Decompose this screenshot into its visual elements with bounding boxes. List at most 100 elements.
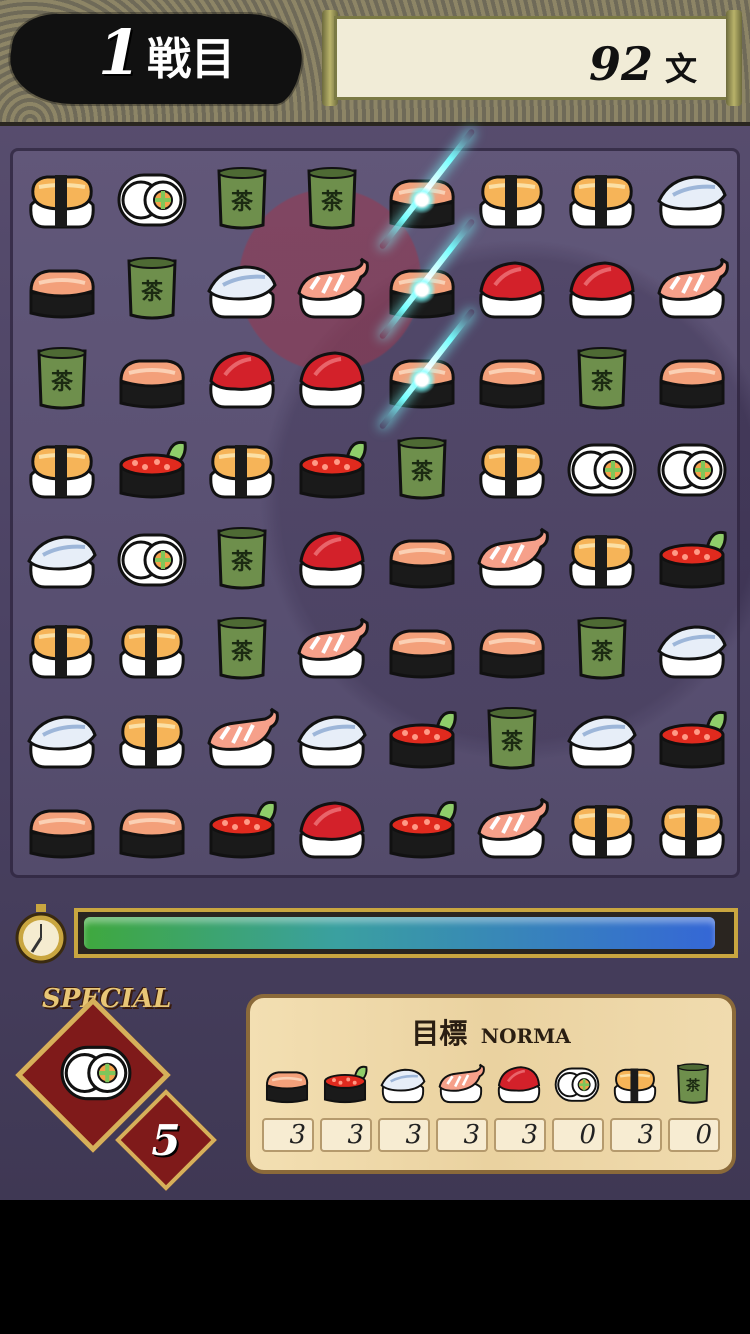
board-cell[interactable]: [107, 695, 197, 785]
board-cell[interactable]: [377, 605, 467, 695]
board-cell[interactable]: 茶: [557, 335, 647, 425]
board-cell[interactable]: [647, 785, 737, 875]
shrimp-sushi-icon: [477, 797, 549, 859]
score-paper: 92 文: [334, 16, 730, 100]
board-cell[interactable]: [107, 785, 197, 875]
tea-sushi-icon: 茶: [487, 707, 537, 770]
board-cell[interactable]: [647, 155, 737, 245]
board-cell[interactable]: [647, 245, 737, 335]
board-cell[interactable]: [17, 245, 107, 335]
board-cell[interactable]: 茶: [197, 605, 287, 695]
score-value: 92: [588, 37, 653, 91]
board-cell[interactable]: [647, 335, 737, 425]
tea-sushi-icon: 茶: [37, 347, 87, 410]
board-cell[interactable]: [287, 695, 377, 785]
ikura-sushi-icon: [119, 440, 187, 499]
board-cell[interactable]: [107, 335, 197, 425]
round-suffix: 戦目: [147, 34, 236, 85]
board-cell[interactable]: [287, 605, 377, 695]
target-count: 3: [378, 1118, 430, 1152]
board-cell[interactable]: [377, 785, 467, 875]
ikura-sushi-icon: [299, 440, 367, 499]
board-cell[interactable]: [17, 785, 107, 875]
board-cell[interactable]: 茶: [467, 695, 557, 785]
board-cell[interactable]: [287, 245, 377, 335]
svg-text:茶: 茶: [231, 640, 254, 665]
board-cell[interactable]: 茶: [17, 335, 107, 425]
board-cell[interactable]: [107, 605, 197, 695]
salmon-sushi-icon: [479, 629, 545, 679]
tea-sushi-icon: 茶: [397, 437, 447, 500]
board-cell[interactable]: [467, 515, 557, 605]
ikura-sushi-icon: [389, 800, 457, 859]
tamago-sushi-icon: [479, 445, 545, 499]
board-cell[interactable]: [557, 245, 647, 335]
board-cell[interactable]: [107, 425, 197, 515]
board-cell[interactable]: [197, 695, 287, 785]
tea-sushi-icon: 茶: [127, 257, 177, 320]
board-cell[interactable]: [107, 515, 197, 605]
target-title: 目標 NORMA: [250, 1012, 732, 1052]
board-cell[interactable]: [557, 515, 647, 605]
svg-text:茶: 茶: [591, 640, 614, 665]
board-cell[interactable]: [557, 425, 647, 515]
board-cell[interactable]: [377, 515, 467, 605]
tamago-sushi-icon: [613, 1068, 657, 1104]
board-cell[interactable]: 茶: [197, 155, 287, 245]
timer-bar: [74, 908, 738, 958]
salmon-sushi-icon: [479, 359, 545, 409]
board-cell[interactable]: [557, 785, 647, 875]
board-cell[interactable]: 茶: [197, 515, 287, 605]
svg-text:茶: 茶: [321, 190, 344, 215]
board-cell[interactable]: [647, 605, 737, 695]
board-cell[interactable]: [557, 695, 647, 785]
board-cell[interactable]: [107, 155, 197, 245]
board-cell[interactable]: [557, 155, 647, 245]
board-cell[interactable]: [467, 335, 557, 425]
tamago-sushi-icon: [479, 175, 545, 229]
board-cell[interactable]: [467, 605, 557, 695]
puzzle-board[interactable]: 茶茶茶茶茶茶茶茶茶茶: [10, 128, 740, 878]
board-cell[interactable]: [17, 515, 107, 605]
board-cell[interactable]: [647, 515, 737, 605]
white-sushi-icon: [380, 1068, 426, 1104]
target-count: 3: [610, 1118, 662, 1152]
board-cell[interactable]: [287, 335, 377, 425]
salmon-sushi-icon: [389, 629, 455, 679]
tea-sushi-icon: 茶: [217, 527, 267, 590]
white-sushi-icon: [27, 715, 97, 769]
svg-text:茶: 茶: [591, 370, 614, 395]
board-cell[interactable]: [647, 425, 737, 515]
tuna-sushi-icon: [209, 351, 275, 409]
board-cell[interactable]: [377, 695, 467, 785]
board-cell[interactable]: [647, 695, 737, 785]
board-cell[interactable]: [287, 515, 377, 605]
svg-text:茶: 茶: [51, 370, 74, 395]
white-sushi-icon: [27, 535, 97, 589]
board-cell[interactable]: [287, 425, 377, 515]
board-cell[interactable]: [467, 425, 557, 515]
board-cell[interactable]: [197, 245, 287, 335]
top-bar: 1 戦目 92 文: [0, 0, 750, 126]
board-cell[interactable]: [197, 335, 287, 425]
board-cell[interactable]: [17, 605, 107, 695]
board-cell[interactable]: 茶: [287, 155, 377, 245]
board-cell[interactable]: [197, 785, 287, 875]
board-cell[interactable]: [467, 155, 557, 245]
board-cell[interactable]: [17, 155, 107, 245]
board-cell[interactable]: [467, 785, 557, 875]
board-cell[interactable]: [287, 785, 377, 875]
shrimp-sushi-icon: [657, 257, 729, 319]
board-cell[interactable]: [467, 245, 557, 335]
shrimp-sushi-icon: [438, 1063, 485, 1104]
board-cell[interactable]: 茶: [107, 245, 197, 335]
tamago-sushi-icon: [29, 625, 95, 679]
board-cell[interactable]: 茶: [377, 425, 467, 515]
salmon-sushi-icon: [265, 1071, 309, 1104]
board-cell[interactable]: [197, 425, 287, 515]
score-scroll: 92 文: [322, 10, 742, 106]
game-screen: 1 戦目 92 文 茶茶茶茶茶茶茶茶茶茶 SPECIAL 5 目標 NORMA …: [0, 0, 750, 1200]
board-cell[interactable]: 茶: [557, 605, 647, 695]
board-cell[interactable]: [17, 425, 107, 515]
board-cell[interactable]: [17, 695, 107, 785]
